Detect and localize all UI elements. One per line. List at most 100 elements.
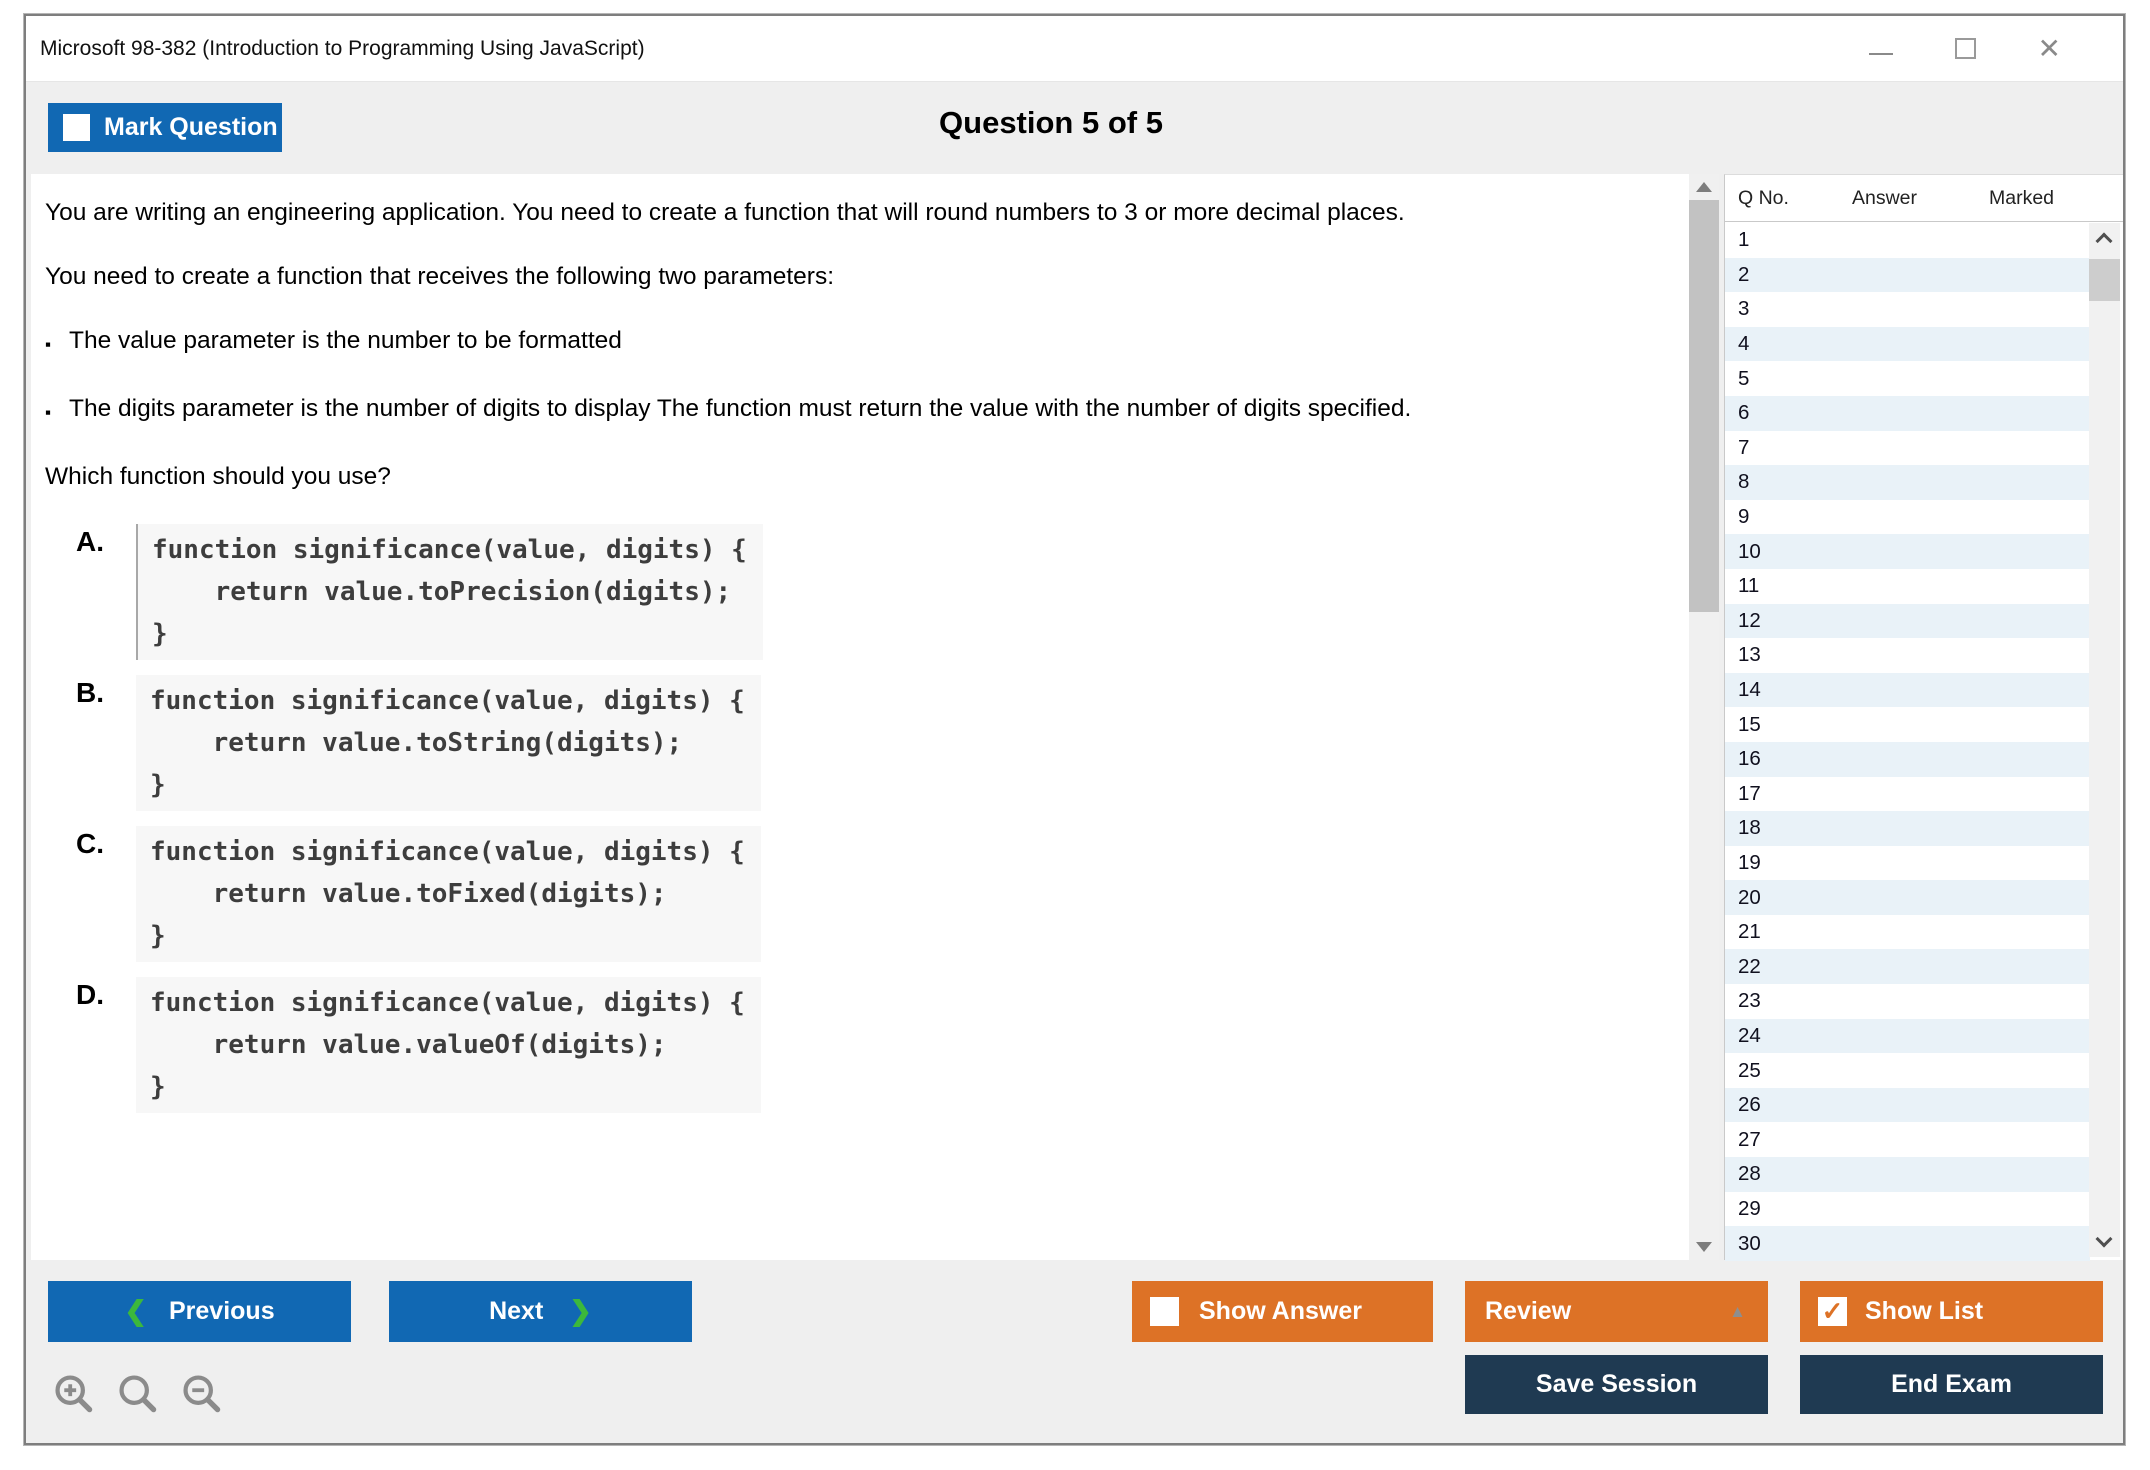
list-scrollbar[interactable] [2089, 223, 2120, 1257]
question-row-number: 5 [1725, 367, 1749, 391]
question-row[interactable]: 15 [1725, 707, 2090, 742]
question-row[interactable]: 12 [1725, 604, 2090, 639]
question-row[interactable]: 2 [1725, 258, 2090, 293]
question-row[interactable]: 26 [1725, 1088, 2090, 1123]
question-row[interactable]: 24 [1725, 1019, 2090, 1054]
main-scrollbar[interactable] [1689, 174, 1719, 1260]
option-label: C. [76, 826, 136, 962]
question-row[interactable]: 22 [1725, 949, 2090, 984]
zoom-reset-icon[interactable] [116, 1372, 162, 1418]
header-strip: Mark Question Question 5 of 5 [26, 83, 2123, 174]
question-row[interactable]: 3 [1725, 292, 2090, 327]
question-row-number: 26 [1725, 1093, 1761, 1117]
question-rows: 1234567891011121314151617181920212223242… [1725, 223, 2090, 1261]
option-d[interactable]: D. function significance(value, digits) … [76, 977, 1665, 1113]
question-row[interactable]: 8 [1725, 465, 2090, 500]
question-row-number: 9 [1725, 505, 1749, 529]
question-row[interactable]: 16 [1725, 742, 2090, 777]
next-label: Next [489, 1297, 543, 1326]
question-row-number: 3 [1725, 297, 1749, 321]
option-label: B. [76, 675, 136, 811]
main-scrollbar-thumb[interactable] [1689, 200, 1719, 612]
question-row[interactable]: 29 [1725, 1192, 2090, 1227]
show-list-button[interactable]: ✓ Show List [1800, 1281, 2103, 1342]
question-row-number: 16 [1725, 747, 1761, 771]
question-row-number: 27 [1725, 1128, 1761, 1152]
question-row[interactable]: 27 [1725, 1122, 2090, 1157]
previous-button[interactable]: ❮ Previous [48, 1281, 351, 1342]
question-row-number: 1 [1725, 228, 1749, 252]
question-row-number: 7 [1725, 436, 1749, 460]
option-a[interactable]: A. function significance(value, digits) … [76, 524, 1665, 660]
question-row[interactable]: 7 [1725, 431, 2090, 466]
list-scrollbar-thumb[interactable] [2089, 259, 2120, 301]
list-scroll-down-icon[interactable] [2096, 1231, 2113, 1248]
question-paragraph: You need to create a function that recei… [45, 260, 1665, 293]
question-row-number: 21 [1725, 920, 1761, 944]
question-row-number: 8 [1725, 470, 1749, 494]
question-row-number: 20 [1725, 886, 1761, 910]
scroll-down-icon[interactable] [1696, 1242, 1712, 1252]
scroll-up-icon[interactable] [1696, 182, 1712, 192]
question-row[interactable]: 11 [1725, 569, 2090, 604]
review-button[interactable]: Review ▲ [1465, 1281, 1768, 1342]
question-row[interactable]: 9 [1725, 500, 2090, 535]
previous-label: Previous [169, 1297, 275, 1326]
bullet-text: The digits parameter is the number of di… [69, 392, 1665, 429]
mark-question-checkbox[interactable] [63, 114, 90, 141]
content-area: You are writing an engineering applicati… [26, 174, 2123, 1260]
question-row-number: 13 [1725, 643, 1761, 667]
minimize-icon[interactable] [1869, 53, 1893, 55]
option-b[interactable]: B. function significance(value, digits) … [76, 675, 1665, 811]
window-title: Microsoft 98-382 (Introduction to Progra… [26, 37, 645, 61]
question-row[interactable]: 28 [1725, 1157, 2090, 1192]
question-list-panel: Q No. Answer Marked 12345678910111213141… [1724, 174, 2123, 1260]
question-row[interactable]: 21 [1725, 915, 2090, 950]
option-code: function significance(value, digits) { r… [136, 675, 761, 811]
show-answer-button[interactable]: Show Answer [1132, 1281, 1433, 1342]
question-row[interactable]: 25 [1725, 1053, 2090, 1088]
option-c[interactable]: C. function significance(value, digits) … [76, 826, 1665, 962]
question-row-number: 30 [1725, 1232, 1761, 1256]
show-answer-checkbox[interactable] [1150, 1297, 1179, 1326]
question-row[interactable]: 1 [1725, 223, 2090, 258]
question-list-header: Q No. Answer Marked [1725, 175, 2123, 222]
question-row-number: 2 [1725, 263, 1749, 287]
question-area: You are writing an engineering applicati… [31, 174, 1689, 1260]
review-label: Review [1485, 1297, 1571, 1326]
question-row[interactable]: 6 [1725, 396, 2090, 431]
question-row[interactable]: 19 [1725, 846, 2090, 881]
question-row-number: 23 [1725, 989, 1761, 1013]
question-row[interactable]: 14 [1725, 673, 2090, 708]
question-row-number: 18 [1725, 816, 1761, 840]
question-row[interactable]: 23 [1725, 984, 2090, 1019]
next-button[interactable]: Next ❯ [389, 1281, 692, 1342]
question-counter: Question 5 of 5 [786, 105, 1316, 141]
mark-question-button[interactable]: Mark Question [48, 103, 282, 152]
zoom-in-icon[interactable] [52, 1372, 98, 1418]
answer-options: A. function significance(value, digits) … [76, 524, 1665, 1113]
window-controls: ✕ [1869, 35, 2123, 63]
zoom-out-icon[interactable] [180, 1372, 226, 1418]
column-header-answer: Answer [1852, 187, 1917, 210]
maximize-icon[interactable] [1955, 38, 1976, 59]
end-exam-button[interactable]: End Exam [1800, 1355, 2103, 1414]
option-label: A. [76, 524, 136, 660]
question-row[interactable]: 4 [1725, 327, 2090, 362]
question-row-number: 10 [1725, 540, 1761, 564]
close-icon[interactable]: ✕ [2038, 35, 2061, 63]
question-row-number: 22 [1725, 955, 1761, 979]
mark-question-label: Mark Question [104, 113, 278, 142]
question-row-number: 11 [1725, 574, 1759, 598]
exam-window: Microsoft 98-382 (Introduction to Progra… [24, 14, 2125, 1445]
question-row[interactable]: 5 [1725, 361, 2090, 396]
save-session-button[interactable]: Save Session [1465, 1355, 1768, 1414]
question-row[interactable]: 20 [1725, 880, 2090, 915]
question-row[interactable]: 18 [1725, 811, 2090, 846]
show-list-checkbox[interactable]: ✓ [1818, 1297, 1847, 1326]
triangle-up-icon: ▲ [1729, 1302, 1746, 1322]
question-row[interactable]: 10 [1725, 534, 2090, 569]
list-scroll-up-icon[interactable] [2096, 233, 2113, 250]
question-row[interactable]: 17 [1725, 777, 2090, 812]
question-row[interactable]: 13 [1725, 638, 2090, 673]
